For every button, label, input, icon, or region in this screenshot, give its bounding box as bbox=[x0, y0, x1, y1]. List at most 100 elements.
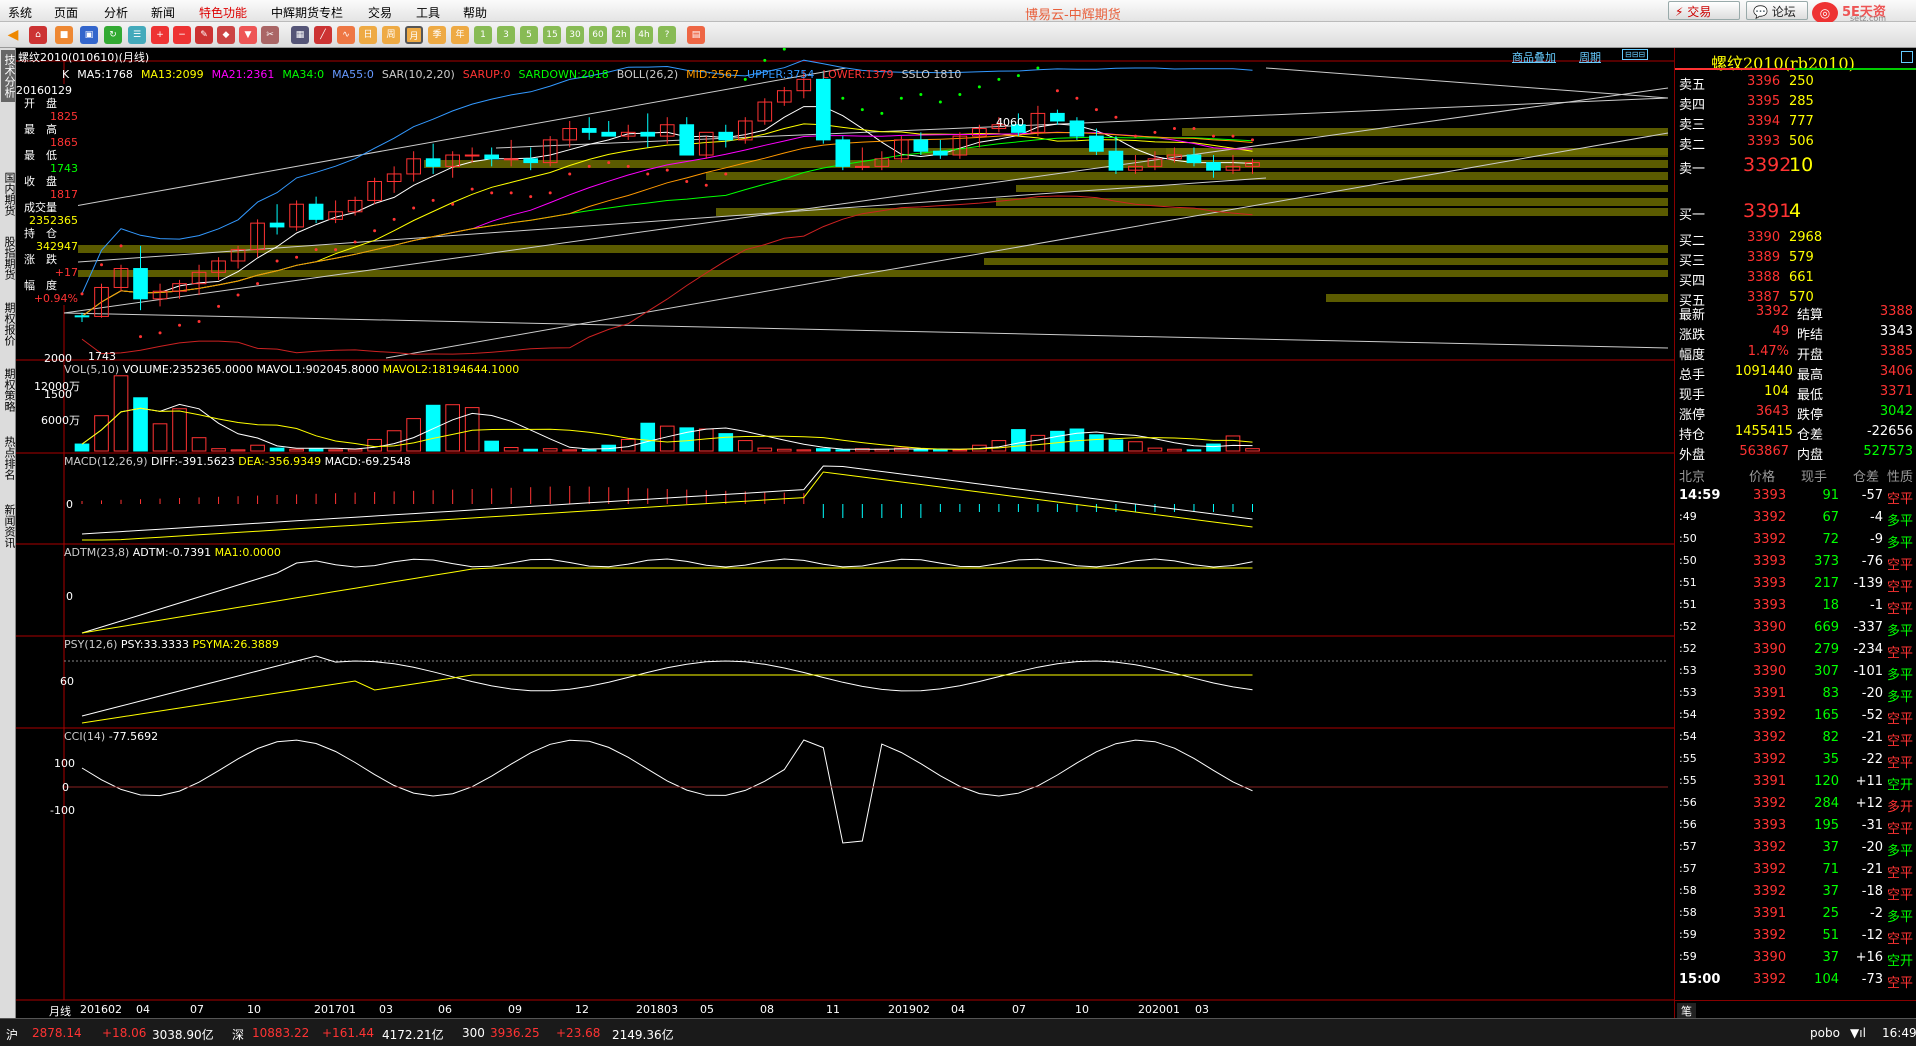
quote-cell: 3343 bbox=[1879, 324, 1913, 339]
index-sz-name[interactable]: 深 bbox=[232, 1026, 244, 1043]
window-icon[interactable]: ▣ bbox=[80, 26, 98, 44]
period-4h-icon[interactable]: 4h bbox=[635, 26, 653, 44]
quote-cell: 开盘 bbox=[1797, 348, 1824, 363]
zoom-in-icon[interactable]: + bbox=[151, 26, 169, 44]
quote-cell: :51 bbox=[1679, 598, 1697, 611]
chart-canvas[interactable] bbox=[16, 48, 1674, 1018]
quote-cell: 空平 bbox=[1887, 712, 1914, 727]
menu-broker-column[interactable]: 中辉期货专栏 bbox=[271, 4, 343, 21]
period-5m-icon[interactable]: 5 bbox=[520, 26, 538, 44]
tick-row: :57 3392 71 -21 空平 bbox=[1675, 860, 1916, 881]
chart-area[interactable]: 螺纹2010(010610)(月线) 商品叠加 周期 ⊟⊟⊟ K MA5:1768… bbox=[16, 48, 1674, 1018]
quote-cell: 空平 bbox=[1887, 580, 1914, 595]
menu-features[interactable]: 特色功能 bbox=[199, 4, 247, 21]
volume-bar bbox=[581, 449, 597, 452]
bar-info-box: 20160129 开 盘 1825 最 高 1865 最 低 1743 收 盘 … bbox=[16, 84, 78, 305]
index-sz-amount: 4172.21亿 bbox=[382, 1028, 444, 1042]
menu-system[interactable]: 系统 bbox=[8, 4, 32, 21]
back-arrow-icon[interactable]: ◀ bbox=[4, 26, 22, 44]
volume-bar bbox=[776, 448, 792, 452]
sar-dot bbox=[412, 206, 416, 210]
calculator-icon[interactable]: ▤ bbox=[687, 26, 705, 44]
line-chart-icon[interactable]: ╱ bbox=[314, 26, 332, 44]
forum-button[interactable]: 💬 论坛 bbox=[1746, 1, 1808, 20]
trade-button[interactable]: ⚡ 交易 bbox=[1668, 1, 1740, 20]
sar-dot bbox=[1211, 134, 1215, 138]
index-300-name[interactable]: 300 bbox=[462, 1026, 485, 1040]
volume-profile-bar bbox=[984, 258, 1668, 265]
sar-dot bbox=[431, 198, 435, 202]
x-axis-tick: 07 bbox=[1012, 1003, 1026, 1016]
period-1m-icon[interactable]: 1 bbox=[474, 26, 492, 44]
list-icon[interactable]: ☰ bbox=[128, 26, 146, 44]
period-15m-icon[interactable]: 15 bbox=[543, 26, 561, 44]
sar-dot bbox=[158, 331, 162, 335]
bid-level: 买一 3391 4 bbox=[1675, 200, 1916, 223]
menu-news[interactable]: 新闻 bbox=[151, 4, 175, 21]
index-sh-name[interactable]: 沪 bbox=[6, 1026, 18, 1043]
sar-dot bbox=[1153, 130, 1157, 134]
alert-icon[interactable]: ▼ bbox=[239, 26, 257, 44]
x-axis-tick: 07 bbox=[190, 1003, 204, 1016]
quote-cell: 3393 bbox=[1753, 488, 1787, 503]
quote-cell: :53 bbox=[1679, 686, 1697, 699]
overlay-instrument-link[interactable]: 商品叠加 bbox=[1512, 49, 1556, 65]
menu-analysis[interactable]: 分析 bbox=[104, 4, 128, 21]
tab-option-quotes[interactable]: 期权报价 bbox=[1, 298, 16, 350]
tab-index-futures[interactable]: 股指期货 bbox=[1, 232, 16, 284]
volume-bar bbox=[659, 425, 675, 452]
tick-row: :59 3390 37 +16 空开 bbox=[1675, 948, 1916, 969]
quote-cell: 结算 bbox=[1797, 308, 1824, 323]
tab-technical-analysis[interactable]: 技术分析 bbox=[1, 50, 16, 102]
sar-dot bbox=[938, 100, 942, 104]
week-period-icon[interactable]: 周 bbox=[382, 26, 400, 44]
quote-cell: -9 bbox=[1870, 532, 1883, 547]
period-3m-icon[interactable]: 3 bbox=[497, 26, 515, 44]
cci-axis-label: -100 bbox=[50, 804, 75, 817]
bookmark-icon[interactable]: ■ bbox=[55, 26, 73, 44]
month-period-icon[interactable]: 月 bbox=[405, 26, 423, 44]
menu-trade[interactable]: 交易 bbox=[368, 4, 392, 21]
low-price-label: 1743 bbox=[88, 350, 116, 363]
custom-period-icon[interactable]: ? bbox=[658, 26, 676, 44]
pane-layout-icon[interactable]: ⊟⊟⊟ bbox=[1622, 49, 1649, 60]
tick-chart-icon[interactable]: ∿ bbox=[337, 26, 355, 44]
tab-option-strategy[interactable]: 期权策略 bbox=[1, 364, 16, 416]
clock-time: 16:49 bbox=[1882, 1026, 1916, 1040]
quote-cell: 卖二 bbox=[1679, 138, 1706, 153]
period-2h-icon[interactable]: 2h bbox=[612, 26, 630, 44]
quote-cell: -21 bbox=[1861, 862, 1883, 877]
psyma-line bbox=[81, 674, 1253, 724]
quote-cell: 82 bbox=[1822, 730, 1839, 745]
period-60m-icon[interactable]: 60 bbox=[589, 26, 607, 44]
quote-cell: 3042 bbox=[1879, 404, 1913, 419]
maximize-icon[interactable] bbox=[1901, 51, 1913, 63]
year-period-icon[interactable]: 年 bbox=[451, 26, 469, 44]
bid-level: 买二 3390 2968 bbox=[1675, 228, 1916, 249]
tab-domestic-futures[interactable]: 国内期货 bbox=[1, 168, 16, 220]
zoom-out-icon[interactable]: − bbox=[173, 26, 191, 44]
table-icon[interactable]: ▦ bbox=[291, 26, 309, 44]
volume-profile-bar bbox=[920, 148, 1668, 155]
quote-cell: 跌停 bbox=[1797, 408, 1824, 423]
pencil-icon[interactable]: ✎ bbox=[195, 26, 213, 44]
quarter-period-icon[interactable]: 季 bbox=[428, 26, 446, 44]
cycle-link[interactable]: 周期 bbox=[1579, 49, 1601, 65]
home-icon[interactable]: ⌂ bbox=[29, 26, 47, 44]
quote-cell: 总手 bbox=[1679, 368, 1706, 383]
tick-tab-trades[interactable]: 笔 bbox=[1677, 1003, 1696, 1019]
menu-page[interactable]: 页面 bbox=[54, 4, 78, 21]
quote-cell: :49 bbox=[1679, 510, 1697, 523]
tab-hot-ranking[interactable]: 热点排名 bbox=[1, 432, 16, 484]
period-30m-icon[interactable]: 30 bbox=[566, 26, 584, 44]
cut-icon[interactable]: ✂ bbox=[261, 26, 279, 44]
menu-help[interactable]: 帮助 bbox=[463, 4, 487, 21]
bell-icon[interactable]: ◆ bbox=[217, 26, 235, 44]
day-period-icon[interactable]: 日 bbox=[359, 26, 377, 44]
left-tab-strip: 技术分析 国内期货 股指期货 期权报价 期权策略 热点排名 新闻资讯 bbox=[0, 48, 16, 1018]
tick-row: :54 3392 165 -52 空平 bbox=[1675, 706, 1916, 727]
volume-bar bbox=[1186, 449, 1202, 452]
menu-tools[interactable]: 工具 bbox=[416, 4, 440, 21]
refresh-icon[interactable]: ↻ bbox=[104, 26, 122, 44]
tab-news[interactable]: 新闻资讯 bbox=[1, 500, 16, 552]
